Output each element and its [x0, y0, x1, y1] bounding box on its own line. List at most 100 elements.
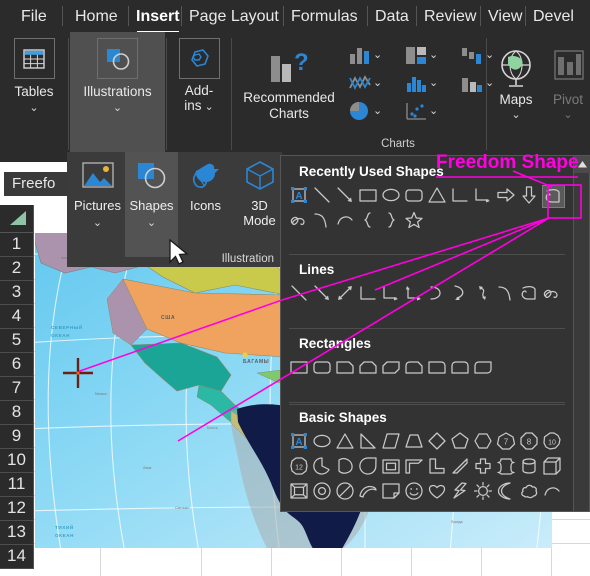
row-header[interactable]: 2: [0, 257, 34, 281]
plaque-shape-button[interactable]: [496, 456, 519, 479]
chevron-down-icon[interactable]: ⌄: [373, 78, 382, 89]
dodecagon-shape-button[interactable]: 12: [289, 456, 312, 479]
hexagon-shape-button[interactable]: [473, 431, 496, 454]
chart-button-statistic[interactable]: ⌄: [403, 72, 438, 94]
row-header[interactable]: 10: [0, 449, 34, 473]
cube-shape-button[interactable]: [542, 456, 565, 479]
chevron-down-icon[interactable]: ⌄: [71, 218, 124, 229]
svg-text:США: США: [161, 315, 175, 321]
diamond-shape-button[interactable]: [427, 431, 450, 454]
smiley-face-shape-button[interactable]: [404, 481, 427, 504]
half-frame-shape-button[interactable]: [404, 456, 427, 479]
illustrations-flyout: Pictures ⌄ Shapes ⌄ Icons 3D Mode Illust…: [67, 152, 282, 267]
recommended-charts-icon: ?: [237, 44, 341, 90]
oval-shape-button[interactable]: [312, 431, 335, 454]
tab-developer[interactable]: Devel: [528, 4, 579, 30]
row-header[interactable]: 4: [0, 305, 34, 329]
diagonal-stripe-shape-button[interactable]: [450, 456, 473, 479]
cross-shape-button[interactable]: [473, 456, 496, 479]
cross-shape: [475, 458, 491, 474]
tab-insert[interactable]: Insert: [131, 4, 185, 33]
illustrations-button[interactable]: Illustrations ⌄: [70, 38, 165, 114]
heart-shape-button[interactable]: [427, 481, 450, 504]
ribbon-group-charts: ? Recommended Charts ⌄ ⌄ ⌄ ⌄ ⌄ ⌄ ⌄ ⌄ Cha…: [233, 32, 494, 162]
right-triangle-shape-button[interactable]: [358, 431, 381, 454]
bevel-shape-button[interactable]: [289, 481, 312, 504]
chart-button-hierarchy[interactable]: ⌄: [403, 44, 438, 66]
name-box[interactable]: Freefo: [4, 172, 76, 196]
chord-shape-button[interactable]: [335, 456, 358, 479]
addins-button[interactable]: Add- ins ⌄: [172, 38, 226, 113]
tables-button[interactable]: Tables ⌄: [6, 38, 62, 114]
row-header[interactable]: 5: [0, 329, 34, 353]
textbox-shape-button[interactable]: A: [289, 431, 312, 454]
row-header[interactable]: 13: [0, 521, 34, 545]
row-header[interactable]: 3: [0, 281, 34, 305]
maps-button[interactable]: Maps ⌄: [488, 48, 544, 121]
chevron-down-icon[interactable]: ⌄: [6, 103, 62, 114]
isosceles-triangle-shape-button[interactable]: [335, 431, 358, 454]
ribbon-group-illustrations[interactable]: Illustrations ⌄: [70, 32, 165, 162]
chevron-down-icon[interactable]: ⌄: [125, 218, 178, 229]
chevron-down-icon[interactable]: ⌄: [373, 50, 382, 61]
row-header[interactable]: 1: [0, 233, 34, 257]
parallelogram-shape-button[interactable]: [381, 431, 404, 454]
svg-text:8: 8: [527, 438, 532, 447]
cylinder-shape-button[interactable]: [519, 456, 542, 479]
no-symbol-shape-button[interactable]: [335, 481, 358, 504]
pivotchart-button[interactable]: Pivot ⌄: [546, 48, 590, 121]
select-all-corner[interactable]: [0, 205, 34, 233]
gallery-scrollbar[interactable]: [573, 156, 590, 511]
pentagon-shape-button[interactable]: [450, 431, 473, 454]
scroll-up-arrow-icon[interactable]: [574, 156, 590, 173]
pictures-button[interactable]: Pictures ⌄: [71, 152, 124, 257]
chart-button-pie[interactable]: ⌄: [347, 100, 382, 122]
tab-page-layout[interactable]: Page Layout: [184, 4, 284, 30]
decagon-shape-button[interactable]: 10: [542, 431, 565, 454]
arc-shape-button[interactable]: [542, 481, 565, 504]
row-header[interactable]: 8: [0, 401, 34, 425]
chevron-down-icon[interactable]: ⌄: [546, 110, 590, 121]
folded-corner-shape-button[interactable]: [381, 481, 404, 504]
tab-review[interactable]: Review: [419, 4, 481, 30]
tables-label: Tables: [14, 84, 54, 99]
chevron-down-icon[interactable]: ⌄: [429, 78, 438, 89]
chart-button-column[interactable]: ⌄: [347, 44, 382, 66]
octagon-shape-button[interactable]: 8: [519, 431, 542, 454]
tab-file[interactable]: File: [16, 4, 52, 30]
chart-button-scatter[interactable]: ⌄: [403, 100, 438, 122]
row-header[interactable]: 7: [0, 377, 34, 401]
chevron-down-icon[interactable]: ⌄: [373, 106, 382, 117]
heptagon-shape-button[interactable]: 7: [496, 431, 519, 454]
pie-shape-button[interactable]: [312, 456, 335, 479]
chevron-down-icon[interactable]: ⌄: [70, 103, 165, 114]
row-header[interactable]: 12: [0, 497, 34, 521]
row-header[interactable]: 11: [0, 473, 34, 497]
chevron-down-icon[interactable]: ⌄: [429, 50, 438, 61]
tab-home[interactable]: Home: [70, 4, 123, 30]
chevron-down-icon[interactable]: ⌄: [429, 106, 438, 117]
l-shape-button[interactable]: [427, 456, 450, 479]
tab-view[interactable]: View: [483, 4, 527, 30]
chevron-down-icon[interactable]: ⌄: [488, 110, 544, 121]
icons-button[interactable]: Icons: [179, 152, 232, 257]
lightning-bolt-shape-button[interactable]: [450, 481, 473, 504]
recommended-charts-button[interactable]: ? Recommended Charts: [237, 44, 341, 122]
chevron-down-icon[interactable]: ⌄: [201, 101, 214, 113]
tab-data[interactable]: Data: [370, 4, 414, 30]
sun-shape-button[interactable]: [473, 481, 496, 504]
tab-formulas[interactable]: Formulas: [286, 4, 363, 30]
cloud-shape-button[interactable]: [519, 481, 542, 504]
block-arc-shape-button[interactable]: [358, 481, 381, 504]
teardrop-shape-button[interactable]: [358, 456, 381, 479]
moon-shape-button[interactable]: [496, 481, 519, 504]
frame-shape-button[interactable]: [381, 456, 404, 479]
row-header[interactable]: 9: [0, 425, 34, 449]
donut-shape-button[interactable]: [312, 481, 335, 504]
chart-button-line[interactable]: ⌄: [347, 72, 382, 94]
row-header[interactable]: 6: [0, 353, 34, 377]
trapezoid-shape-button[interactable]: [404, 431, 427, 454]
3d-models-button[interactable]: 3D Mode: [233, 152, 286, 257]
shapes-button[interactable]: Shapes ⌄: [125, 152, 178, 257]
row-header[interactable]: 14: [0, 545, 34, 569]
